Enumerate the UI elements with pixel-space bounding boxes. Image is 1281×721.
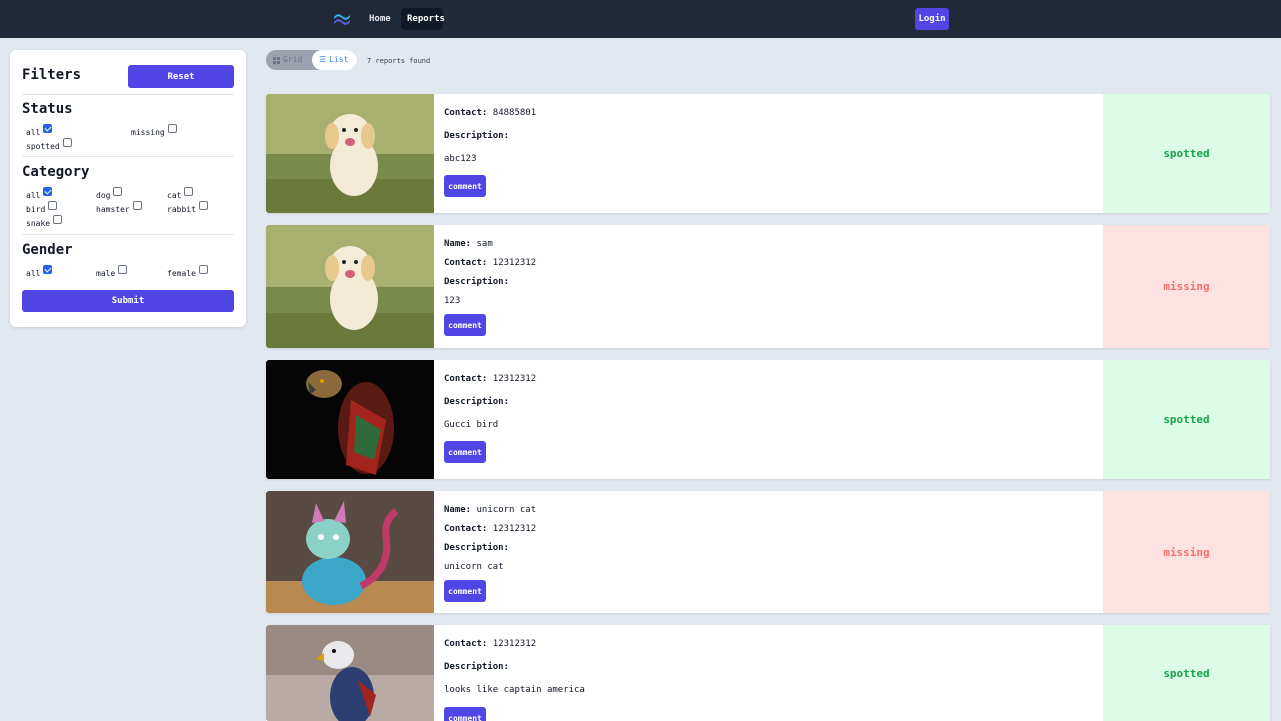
- report-description-label: Description:: [444, 662, 510, 672]
- status-all-checkbox[interactable]: [43, 124, 53, 133]
- filters-panel: Filters Reset Status all missing spotted…: [10, 50, 246, 327]
- list-icon: ☰: [319, 55, 327, 64]
- pet-photo[interactable]: [266, 94, 434, 213]
- divider: [22, 234, 234, 235]
- reset-button[interactable]: Reset: [128, 65, 234, 88]
- category-cat-option[interactable]: cat: [167, 187, 194, 200]
- report-name: Name: unicorn cat: [444, 505, 537, 515]
- report-contact: Contact: 12312312: [444, 524, 537, 534]
- nav-reports-link[interactable]: Reports: [401, 8, 445, 30]
- comment-button[interactable]: comment: [444, 707, 486, 721]
- gender-male-option[interactable]: male: [96, 265, 128, 278]
- status-badge: spotted: [1103, 94, 1270, 213]
- category-all-checkbox[interactable]: [43, 187, 53, 196]
- pet-photo[interactable]: [266, 491, 434, 613]
- submit-button[interactable]: Submit: [22, 290, 234, 312]
- divider: [22, 94, 234, 95]
- gender-all-option[interactable]: all: [26, 265, 53, 278]
- report-description-label: Description:: [444, 397, 510, 407]
- nav-home-link[interactable]: Home: [363, 8, 397, 30]
- category-dog-checkbox[interactable]: [113, 187, 123, 196]
- status-badge: spotted: [1103, 625, 1270, 721]
- report-contact: Contact: 12312312: [444, 639, 537, 649]
- list-view-button[interactable]: ☰ List: [312, 50, 357, 70]
- category-bird-checkbox[interactable]: [48, 201, 58, 210]
- report-card: Contact: 12312312 Description: looks lik…: [266, 625, 1270, 721]
- gender-female-option[interactable]: female: [167, 265, 208, 278]
- comment-button[interactable]: comment: [444, 175, 486, 197]
- status-badge: missing: [1103, 225, 1270, 348]
- category-snake-checkbox[interactable]: [53, 215, 63, 224]
- status-missing-checkbox[interactable]: [167, 124, 177, 133]
- grid-icon: [273, 56, 280, 64]
- comment-button[interactable]: comment: [444, 314, 486, 336]
- report-contact: Contact: 12312312: [444, 374, 537, 384]
- status-missing-option[interactable]: missing: [131, 124, 177, 137]
- pet-photo[interactable]: [266, 625, 434, 721]
- report-description: unicorn cat: [444, 562, 504, 572]
- category-cat-checkbox[interactable]: [184, 187, 194, 196]
- report-card: Contact: 12312312 Description: Gucci bir…: [266, 360, 1270, 479]
- report-description-label: Description:: [444, 277, 510, 287]
- report-card: Name: sam Contact: 12312312 Description:…: [266, 225, 1270, 348]
- view-toggle: Grid ☰ List: [266, 50, 357, 70]
- login-button[interactable]: Login: [915, 8, 949, 30]
- report-description: 123: [444, 296, 461, 306]
- category-hamster-checkbox[interactable]: [132, 201, 142, 210]
- report-card: Name: unicorn cat Contact: 12312312 Desc…: [266, 491, 1270, 613]
- status-spotted-checkbox[interactable]: [62, 138, 72, 147]
- gender-all-checkbox[interactable]: [43, 265, 53, 274]
- report-description: abc123: [444, 154, 477, 164]
- report-contact: Contact: 84885801: [444, 108, 537, 118]
- status-spotted-option[interactable]: spotted: [26, 138, 72, 151]
- report-card: Contact: 84885801 Description: abc123 co…: [266, 94, 1270, 213]
- report-contact: Contact: 12312312: [444, 258, 537, 268]
- category-rabbit-option[interactable]: rabbit: [167, 201, 208, 214]
- gender-male-checkbox[interactable]: [118, 265, 128, 274]
- pet-photo[interactable]: [266, 360, 434, 479]
- category-bird-option[interactable]: bird: [26, 201, 58, 214]
- comment-button[interactable]: comment: [444, 441, 486, 463]
- pet-photo[interactable]: [266, 225, 434, 348]
- grid-view-button[interactable]: Grid: [266, 50, 309, 70]
- filters-title: Filters: [22, 67, 82, 83]
- category-title: Category: [22, 164, 90, 180]
- category-rabbit-checkbox[interactable]: [198, 201, 208, 210]
- gender-female-checkbox[interactable]: [198, 265, 208, 274]
- category-snake-option[interactable]: snake: [26, 215, 63, 228]
- report-description-label: Description:: [444, 543, 510, 553]
- status-all-option[interactable]: all: [26, 124, 53, 137]
- report-description: Gucci bird: [444, 420, 499, 430]
- logo-icon[interactable]: [332, 10, 352, 27]
- report-description: looks like captain america: [444, 685, 585, 695]
- category-hamster-option[interactable]: hamster: [96, 201, 142, 214]
- status-badge: missing: [1103, 491, 1270, 613]
- category-dog-option[interactable]: dog: [96, 187, 123, 200]
- navbar: Home Reports Login: [0, 0, 1281, 38]
- status-badge: spotted: [1103, 360, 1270, 479]
- divider: [22, 156, 234, 157]
- gender-title: Gender: [22, 242, 73, 258]
- report-name: Name: sam: [444, 239, 493, 249]
- report-description-label: Description:: [444, 131, 510, 141]
- status-title: Status: [22, 101, 73, 117]
- reports-count: 7 reports found: [367, 57, 431, 65]
- category-all-option[interactable]: all: [26, 187, 53, 200]
- comment-button[interactable]: comment: [444, 580, 486, 602]
